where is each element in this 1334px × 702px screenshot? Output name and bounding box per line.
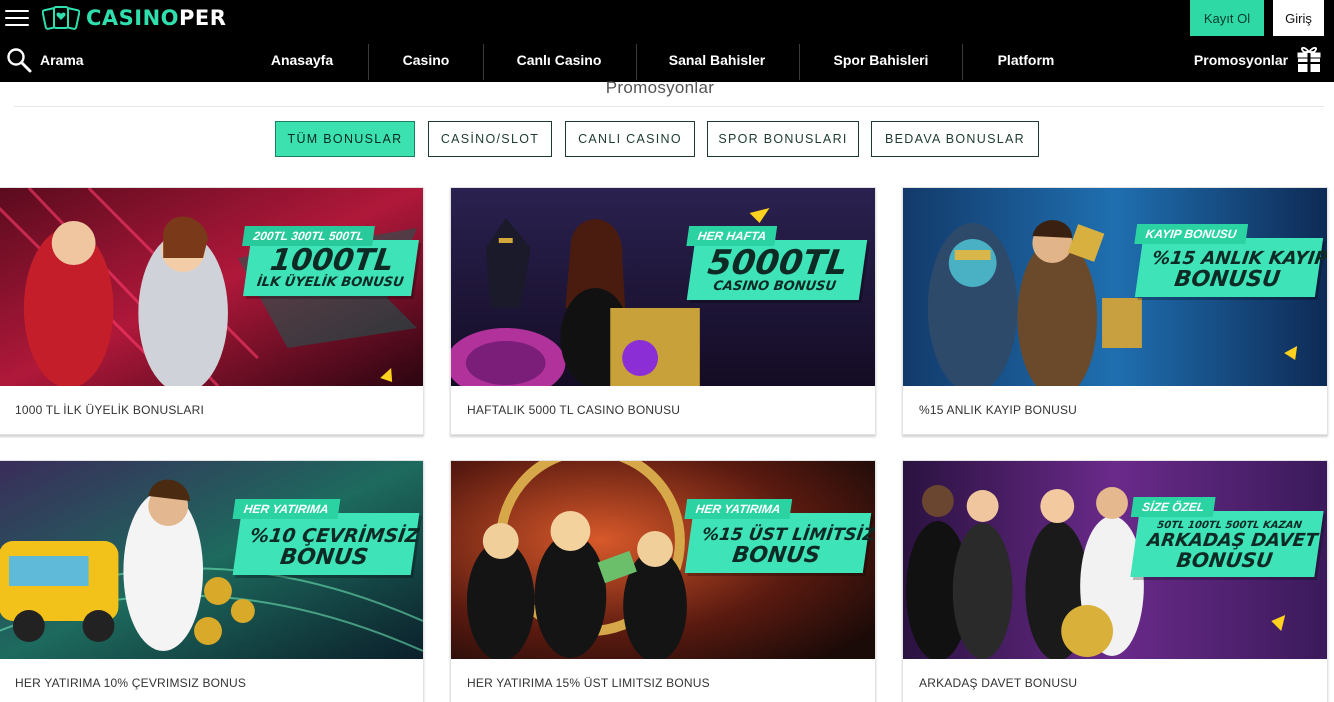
promo-caption: HER YATIRIMA 10% ÇEVRIMSIZ BONUS <box>15 676 247 690</box>
promo-subline: İLK ÜYELİK BONUSU <box>255 275 405 290</box>
promo-headline: %10 ÇEVRİMSİZ <box>248 525 421 547</box>
promo-banner: HER HAFTA 5000TL CASINO BONUSU <box>686 226 868 300</box>
page-title: Promosyonlar <box>605 78 715 97</box>
nav-item-anasayfa[interactable]: Anasayfa <box>254 37 350 82</box>
title-divider <box>14 106 1324 107</box>
promo-subline: BONUSU <box>1172 267 1282 292</box>
filter-sports-bonuses[interactable]: SPOR BONUSLARI <box>707 121 859 157</box>
promo-headline: 1000TL <box>268 243 397 278</box>
promo-headline: ARKADAŞ DAVET <box>1146 529 1319 551</box>
site-logo[interactable]: CASINOPER <box>42 5 226 31</box>
nav-item-sanal-bahisler[interactable]: Sanal Bahisler <box>652 37 782 82</box>
search-button[interactable]: Arama <box>6 47 84 73</box>
promo-banner: HER YATIRIMA %10 ÇEVRİMSİZ BONUS <box>232 499 421 576</box>
nav-item-canli-casino[interactable]: Canlı Casino <box>500 37 618 82</box>
filter-free-bonuses[interactable]: BEDAVA BONUSLAR <box>871 121 1039 157</box>
promo-image: HER YATIRIMA %15 ÜST LİMİTSİZ BONUS <box>451 461 875 659</box>
promo-card[interactable]: KAYIP BONUSU %15 ANLIK KAYIP BONUSU %15 … <box>902 187 1328 435</box>
promo-card[interactable]: HER YATIRIMA %10 ÇEVRİMSİZ BONUS HER YAT… <box>0 460 424 702</box>
cards-logo-icon <box>42 6 80 30</box>
promo-tag: HER YATIRIMA <box>684 499 792 519</box>
gift-icon[interactable] <box>1296 45 1322 73</box>
promo-caption: 1000 TL İLK ÜYELİK BONUSLARI <box>15 403 205 417</box>
main-nav: Arama Anasayfa Casino Canlı Casino Sanal… <box>0 37 1334 82</box>
top-bar: CASINOPER Kayıt Ol Giriş <box>0 0 1334 37</box>
promo-headline: 5000TL <box>705 243 851 283</box>
filter-casino-slot[interactable]: CASİNO/SLOT <box>428 121 552 157</box>
promo-caption: ARKADAŞ DAVET BONUSU <box>919 676 1078 690</box>
promo-tag: KAYIP BONUSU <box>1134 224 1248 244</box>
nav-divider <box>799 44 800 80</box>
nav-divider <box>636 44 637 80</box>
promo-tag: HER YATIRIMA <box>232 499 341 519</box>
register-button[interactable]: Kayıt Ol <box>1190 0 1264 36</box>
search-icon <box>7 48 32 73</box>
nav-item-casino[interactable]: Casino <box>386 37 466 82</box>
promo-tag: HER HAFTA <box>686 226 778 246</box>
promo-headline: %15 ANLIK KAYIP <box>1150 248 1327 269</box>
promo-tag: 200TL 300TL 500TL <box>242 226 376 246</box>
nav-item-promosyonlar[interactable]: Promosyonlar <box>1186 37 1296 82</box>
promo-subline: CASINO BONUSU <box>712 279 837 294</box>
promo-card[interactable]: 200TL 300TL 500TL 1000TL İLK ÜYELİK BONU… <box>0 187 424 435</box>
promo-tag: SİZE ÖZEL <box>1130 497 1216 517</box>
promo-card[interactable]: HER HAFTA 5000TL CASINO BONUSU HAFTALIK … <box>450 187 876 435</box>
nav-divider <box>483 44 484 80</box>
promo-banner: SİZE ÖZEL 50TL 100TL 500TL KAZAN ARKADAŞ… <box>1130 497 1324 577</box>
search-label: Arama <box>40 52 84 68</box>
promo-headline: %15 ÜST LİMİTSİZ <box>700 525 875 545</box>
promo-subline: BONUSU <box>1175 547 1275 572</box>
promo-caption: %15 ANLIK KAYIP BONUSU <box>919 403 1078 417</box>
nav-divider <box>962 44 963 80</box>
logo-text-per: PER <box>179 6 227 30</box>
promo-image: HER HAFTA 5000TL CASINO BONUSU <box>451 188 875 386</box>
promo-caption: HER YATIRIMA 15% ÜST LIMITSIZ BONUS <box>467 676 710 690</box>
filter-all-bonuses[interactable]: TÜM BONUSLAR <box>275 121 415 157</box>
promo-banner: HER YATIRIMA %15 ÜST LİMİTSİZ BONUS <box>684 499 875 574</box>
logo-text-casino: CASINO <box>86 6 180 30</box>
promo-banner: 200TL 300TL 500TL 1000TL İLK ÜYELİK BONU… <box>242 226 419 296</box>
nav-item-platform[interactable]: Platform <box>980 37 1072 82</box>
promo-image: HER YATIRIMA %10 ÇEVRİMSİZ BONUS <box>0 461 423 659</box>
promo-card[interactable]: HER YATIRIMA %15 ÜST LİMİTSİZ BONUS HER … <box>450 460 876 702</box>
promo-image: SİZE ÖZEL 50TL 100TL 500TL KAZAN ARKADAŞ… <box>903 461 1327 659</box>
nav-divider <box>368 44 369 80</box>
promo-caption: HAFTALIK 5000 TL CASINO BONUSU <box>467 403 681 417</box>
promo-image: KAYIP BONUSU %15 ANLIK KAYIP BONUSU <box>903 188 1327 386</box>
promo-card[interactable]: SİZE ÖZEL 50TL 100TL 500TL KAZAN ARKADAŞ… <box>902 460 1328 702</box>
promo-subline: BONUS <box>278 545 370 570</box>
nav-item-spor-bahisleri[interactable]: Spor Bahisleri <box>816 37 946 82</box>
promo-banner: KAYIP BONUSU %15 ANLIK KAYIP BONUSU <box>1134 224 1327 298</box>
filter-live-casino[interactable]: CANLI CASINO <box>565 121 695 157</box>
promo-subline: BONUS <box>730 543 822 568</box>
menu-icon[interactable] <box>5 10 29 27</box>
promo-image: 200TL 300TL 500TL 1000TL İLK ÜYELİK BONU… <box>0 188 423 386</box>
login-button[interactable]: Giriş <box>1273 0 1324 36</box>
